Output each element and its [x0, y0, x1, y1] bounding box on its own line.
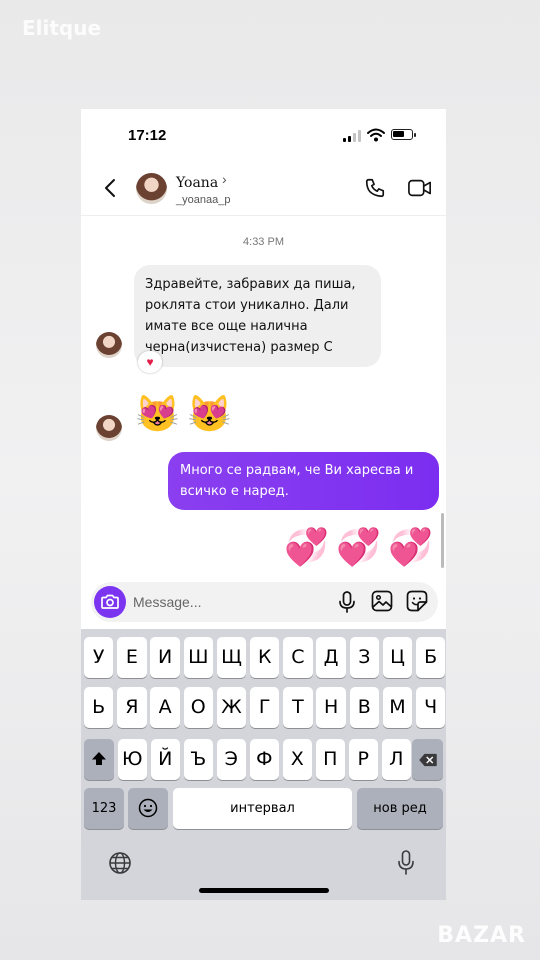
dictation-mic-icon[interactable]	[396, 849, 416, 877]
heart-eyes-cat-emoji[interactable]: 😻	[187, 394, 232, 434]
letter-key[interactable]: Ф	[250, 739, 279, 780]
wifi-icon	[367, 128, 385, 142]
backspace-key[interactable]	[412, 739, 443, 780]
letter-key[interactable]: Г	[250, 687, 280, 728]
letter-key[interactable]: В	[349, 687, 379, 728]
letter-key[interactable]: Ч	[416, 687, 446, 728]
gallery-icon[interactable]	[371, 590, 393, 612]
phone-screen: 17:12 Yoana › _yoanaa_p 4:33 PM Здравейт…	[81, 109, 446, 900]
microphone-icon[interactable]	[336, 590, 358, 614]
scrollbar[interactable]	[441, 513, 444, 568]
two-hearts-emoji[interactable]: 💞	[388, 527, 433, 567]
letter-key[interactable]: Ъ	[184, 739, 213, 780]
letter-key[interactable]: О	[183, 687, 213, 728]
two-hearts-emoji[interactable]: 💞	[284, 527, 329, 567]
message-composer	[91, 582, 438, 622]
heart-eyes-cat-emoji[interactable]: 😻	[135, 394, 180, 434]
globe-icon[interactable]	[108, 851, 132, 875]
letter-key[interactable]: И	[150, 637, 180, 678]
emoji-face-icon	[138, 798, 158, 818]
space-key[interactable]: интервал	[173, 788, 352, 829]
letter-key[interactable]: Ш	[183, 637, 213, 678]
letter-key[interactable]: Ц	[382, 637, 413, 678]
heart-reaction[interactable]: ♥	[138, 351, 162, 373]
backspace-icon	[418, 753, 437, 767]
back-arrow-icon[interactable]	[99, 176, 123, 200]
outgoing-message-bubble[interactable]: Много се радвам, че Ви харесва и всичко …	[168, 452, 439, 510]
watermark-top: Elitque	[22, 16, 102, 40]
letter-key[interactable]: Е	[117, 637, 147, 678]
camera-button[interactable]	[94, 586, 126, 618]
phone-call-icon[interactable]	[364, 177, 386, 199]
shift-key[interactable]	[84, 739, 114, 780]
cellular-signal-icon	[343, 130, 361, 142]
letter-key[interactable]: П	[316, 739, 345, 780]
letter-key[interactable]: Р	[349, 739, 378, 780]
letter-key[interactable]: Х	[283, 739, 312, 780]
sender-avatar[interactable]	[96, 332, 122, 358]
battery-icon	[391, 129, 416, 140]
letter-key[interactable]: Л	[382, 739, 411, 780]
status-bar: 17:12	[81, 109, 446, 161]
message-timestamp: 4:33 PM	[243, 236, 284, 248]
message-input[interactable]	[133, 588, 313, 616]
return-key[interactable]: нов ред	[357, 788, 443, 829]
video-call-icon[interactable]	[408, 179, 432, 197]
letter-key[interactable]: З	[349, 637, 379, 678]
letter-key[interactable]: Э	[217, 739, 246, 780]
letter-key[interactable]: Н	[316, 687, 346, 728]
letter-key[interactable]: Й	[151, 739, 180, 780]
avatar[interactable]	[136, 173, 167, 204]
emoji-key[interactable]	[128, 788, 168, 829]
letter-key[interactable]: Д	[316, 637, 346, 678]
letter-key[interactable]: М	[382, 687, 413, 728]
watermark-bottom: BAZAR	[437, 923, 526, 948]
letter-key[interactable]: У	[84, 637, 114, 678]
sender-avatar[interactable]	[96, 415, 122, 441]
letter-key[interactable]: С	[283, 637, 313, 678]
chat-header: Yoana › _yoanaa_p	[81, 161, 446, 216]
incoming-message-bubble[interactable]: Здравейте, забравих да пиша, роклята сто…	[134, 265, 381, 367]
camera-icon	[101, 594, 119, 609]
home-indicator	[199, 888, 329, 893]
contact-name[interactable]: Yoana	[176, 175, 218, 191]
numbers-key[interactable]: 123	[84, 788, 124, 829]
letter-key[interactable]: К	[250, 637, 280, 678]
keyboard: УЕИШЩКСДЗЦБ ЬЯАОЖГТНВМЧ ЮЙЪЭФХПРЛ 123 ин…	[81, 629, 446, 900]
contact-username[interactable]: _yoanaa_p	[176, 194, 230, 206]
chevron-right-icon: ›	[222, 171, 227, 187]
status-time: 17:12	[128, 127, 167, 144]
letter-key[interactable]: Т	[283, 687, 313, 728]
sticker-icon[interactable]	[406, 590, 428, 612]
letter-key[interactable]: Б	[416, 637, 446, 678]
letter-key[interactable]: А	[150, 687, 180, 728]
letter-key[interactable]: Ю	[118, 739, 147, 780]
two-hearts-emoji[interactable]: 💞	[336, 527, 381, 567]
letter-key[interactable]: Ь	[84, 687, 114, 728]
letter-key[interactable]: Щ	[216, 637, 247, 678]
letter-key[interactable]: Я	[117, 687, 147, 728]
shift-arrow-icon	[92, 752, 106, 765]
letter-key[interactable]: Ж	[216, 687, 247, 728]
